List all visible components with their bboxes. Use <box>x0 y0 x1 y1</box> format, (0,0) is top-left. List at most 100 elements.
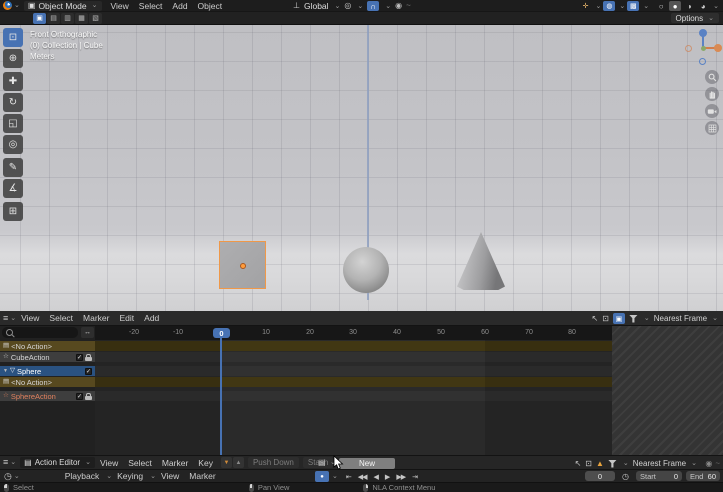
tool-transform[interactable]: ◎ <box>3 135 23 154</box>
ae-mode-dropdown[interactable]: ▤ Action Editor ⌄ <box>20 457 95 468</box>
menu-object[interactable]: Object <box>193 1 228 11</box>
preview-range-stopwatch-icon[interactable]: ◷ <box>622 473 629 481</box>
lock-icon[interactable] <box>85 357 92 361</box>
ds-menu-marker[interactable]: Marker <box>78 313 114 323</box>
action-slot-icon[interactable]: ▤ <box>318 459 326 467</box>
ds-frame-select-icon[interactable]: ⊡ <box>602 315 609 323</box>
z-axis-ball[interactable] <box>699 29 707 37</box>
shading-material-icon[interactable]: ◑ <box>683 1 695 11</box>
prev-frame-button[interactable]: ◀ <box>371 473 381 481</box>
auto-keying-button[interactable]: ● <box>315 471 329 482</box>
current-frame-field[interactable]: 0 <box>585 471 615 481</box>
app-menu-dropdown-icon[interactable]: ⌄ <box>14 2 20 9</box>
menu-add[interactable]: Add <box>167 1 192 11</box>
camera-view-button[interactable] <box>705 104 719 118</box>
select-mode-subtract-icon[interactable]: ▥ <box>61 13 74 24</box>
channel-row-sphereaction[interactable]: ☆ SphereAction ✓ <box>0 391 95 401</box>
channel-row-no-action[interactable]: ▤ <No Action> <box>0 341 95 351</box>
ae-menu-view[interactable]: View <box>95 458 123 468</box>
snap-magnet-icon[interactable]: ∩ <box>367 1 379 11</box>
ae-frame-select-icon[interactable]: ⊡ <box>585 460 592 468</box>
tool-cursor[interactable]: ⊕ <box>3 49 23 68</box>
jump-to-end-button[interactable]: ⇥ <box>409 473 420 481</box>
menu-select[interactable]: Select <box>134 1 168 11</box>
ds-pointer-icon[interactable]: ↖ <box>591 315 598 323</box>
browse-action-button[interactable]: ▼ <box>221 457 232 468</box>
start-frame-field[interactable]: Start 0 <box>636 471 682 481</box>
play-button[interactable]: ▶ <box>382 473 392 481</box>
ae-proportional-icon[interactable]: ◉ <box>705 460 712 468</box>
tool-rotate[interactable]: ↻ <box>3 93 23 112</box>
shading-rendered-icon[interactable]: ◕ <box>697 1 709 11</box>
jump-to-start-button[interactable]: ⇤ <box>343 473 354 481</box>
orientation-dropdown-icon[interactable]: ⌄ <box>335 3 341 10</box>
neg-x-axis-ball[interactable] <box>685 45 692 52</box>
viewport-canvas[interactable]: Front Orthographic (0) Collection | Cube… <box>0 25 723 311</box>
ds-menu-edit[interactable]: Edit <box>115 313 140 323</box>
ae-menu-marker[interactable]: Marker <box>157 458 193 468</box>
tool-annotate[interactable]: ✎ <box>3 158 23 177</box>
ae-filter-funnel-icon[interactable] <box>608 460 617 468</box>
ae-editor-dropdown-icon[interactable]: ⌄ <box>10 459 16 466</box>
pivot-point-icon[interactable]: ◎ <box>344 2 351 10</box>
xray-dropdown-icon[interactable]: ⌄ <box>643 3 649 10</box>
sphere-object[interactable] <box>343 247 389 293</box>
current-frame-indicator[interactable]: 0 <box>213 328 230 338</box>
x-axis-ball[interactable] <box>714 44 722 52</box>
proportional-editing-icon[interactable]: ◉ <box>395 2 402 10</box>
ds-filter-funnel-icon[interactable] <box>629 315 638 323</box>
proportional-falloff-icon[interactable]: ~ <box>406 2 411 10</box>
y-axis-ball[interactable] <box>701 46 706 51</box>
channel-enable-checkbox[interactable]: ✓ <box>85 368 92 375</box>
dopesheet-editor-icon[interactable]: ≡ <box>3 314 8 323</box>
select-mode-intersect-icon[interactable]: ▧ <box>89 13 102 24</box>
channel-row-sphere[interactable]: ▼ ▽ Sphere ✓ <box>0 366 95 376</box>
ae-menu-select[interactable]: Select <box>123 458 157 468</box>
shading-dropdown-icon[interactable]: ⌄ <box>713 3 719 10</box>
channel-enable-checkbox[interactable]: ✓ <box>76 354 83 361</box>
playhead-line[interactable] <box>220 338 222 455</box>
channel-search-input[interactable] <box>2 327 78 338</box>
pivot-dropdown-icon[interactable]: ⌄ <box>357 3 363 10</box>
options-dropdown[interactable]: Options ⌄ <box>671 13 719 23</box>
next-keyframe-button[interactable]: ▶▶ <box>393 473 408 481</box>
shading-wireframe-icon[interactable]: ○ <box>655 1 667 11</box>
ds-menu-add[interactable]: Add <box>139 313 164 323</box>
tl-menu-keying[interactable]: Keying <box>112 471 148 481</box>
end-frame-field[interactable]: End 60 <box>686 471 720 481</box>
select-mode-invert-icon[interactable]: ▦ <box>75 13 88 24</box>
tool-measure[interactable]: ∡ <box>3 179 23 198</box>
tl-menu-view[interactable]: View <box>156 471 184 481</box>
menu-view[interactable]: View <box>106 1 134 11</box>
unlink-action-button[interactable]: ▲ <box>233 457 244 468</box>
autokey-dropdown-icon[interactable]: ⌄ <box>332 473 338 480</box>
channel-enable-checkbox[interactable]: ✓ <box>76 393 83 400</box>
shading-solid-icon[interactable]: ● <box>669 1 681 11</box>
tool-add-cube[interactable]: ⊞ <box>3 202 23 221</box>
show-overlays-icon[interactable]: ◍ <box>603 1 615 11</box>
fit-channels-button[interactable]: ↔ <box>81 327 94 338</box>
tool-scale[interactable]: ◱ <box>3 114 23 133</box>
channel-row-cubeaction[interactable]: ☆ CubeAction ✓ <box>0 352 95 362</box>
axis-gizmo[interactable] <box>682 27 722 67</box>
select-mode-set-icon[interactable]: ▣ <box>33 13 46 24</box>
show-gizmos-icon[interactable]: ✛ <box>580 1 592 11</box>
ae-menu-key[interactable]: Key <box>193 458 218 468</box>
pan-button[interactable] <box>705 87 719 101</box>
tl-editor-dropdown-icon[interactable]: ⌄ <box>14 473 20 480</box>
overlays-dropdown-icon[interactable]: ⌄ <box>619 3 625 10</box>
channel-row-no-action-2[interactable]: ▤ <No Action> <box>0 377 95 387</box>
ds-sync-toggle-icon[interactable]: ▣ <box>613 313 625 324</box>
ae-pointer-icon[interactable]: ↖ <box>575 460 582 468</box>
ds-menu-select[interactable]: Select <box>44 313 78 323</box>
neg-z-axis-ball[interactable] <box>699 58 706 65</box>
select-mode-extend-icon[interactable]: ▤ <box>47 13 60 24</box>
ae-filter-dropdown-icon[interactable]: ⌄ <box>623 460 629 467</box>
expand-icon[interactable]: ▼ <box>3 369 8 374</box>
snap-dropdown-icon[interactable]: ⌄ <box>385 3 391 10</box>
new-action-button[interactable]: New <box>339 458 395 469</box>
zoom-button[interactable] <box>705 70 719 84</box>
ae-falloff-icon[interactable]: ~ <box>715 460 720 468</box>
push-down-button[interactable]: Push Down <box>248 457 299 468</box>
orientation-label[interactable]: Global <box>304 1 329 11</box>
